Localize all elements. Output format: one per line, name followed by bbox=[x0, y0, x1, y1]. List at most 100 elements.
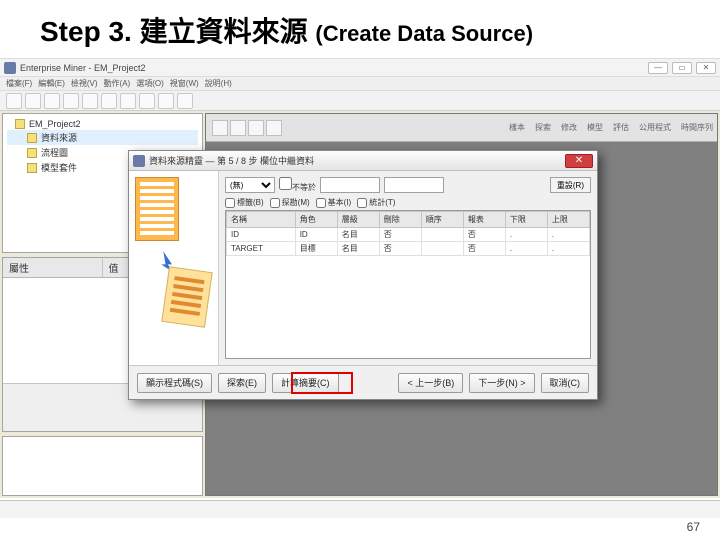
canvas-tab[interactable]: 樣本 bbox=[505, 122, 529, 133]
grid-header[interactable]: 角色 bbox=[295, 212, 337, 228]
wizard-title-text: 資料來源精靈 — 第 5 / 8 步 欄位中繼資料 bbox=[149, 154, 314, 167]
grid-header[interactable]: 上限 bbox=[547, 212, 589, 228]
wizard-checkbox-row: 標籤(B) 探勘(M) 基本(I) 統計(T) bbox=[225, 197, 591, 208]
grid-header[interactable]: 層級 bbox=[337, 212, 379, 228]
grid-cell[interactable] bbox=[421, 242, 463, 256]
tree-root[interactable]: EM_Project2 bbox=[29, 119, 81, 129]
folder-icon bbox=[27, 148, 37, 158]
canvas-toolbar-button[interactable] bbox=[230, 120, 246, 136]
next-button[interactable]: 下一步(N) > bbox=[469, 373, 534, 393]
toolbar-button[interactable] bbox=[120, 93, 136, 109]
grid-cell[interactable]: 否 bbox=[379, 242, 421, 256]
reset-button[interactable]: 重設(R) bbox=[550, 177, 591, 193]
menu-item[interactable]: 選項(O) bbox=[136, 78, 164, 89]
wizard-filter-row: (無) 不等於 重設(R) bbox=[225, 177, 591, 193]
grid-header[interactable]: 報表 bbox=[463, 212, 505, 228]
grid-cell[interactable] bbox=[421, 228, 463, 242]
toolbar-button[interactable] bbox=[101, 93, 117, 109]
toolbar-button[interactable] bbox=[177, 93, 193, 109]
grid-cell[interactable]: 否 bbox=[463, 242, 505, 256]
show-code-button[interactable]: 顯示程式碼(S) bbox=[137, 373, 212, 393]
wizard-close-button[interactable]: ✕ bbox=[565, 154, 593, 168]
folder-icon bbox=[15, 119, 25, 129]
tree-item[interactable]: 模型套件 bbox=[41, 161, 77, 174]
toolbar-button[interactable] bbox=[63, 93, 79, 109]
grid-cell[interactable]: 名目 bbox=[337, 242, 379, 256]
app-title-text: Enterprise Miner - EM_Project2 bbox=[20, 63, 146, 73]
data-source-wizard-dialog: 資料來源精靈 — 第 5 / 8 步 欄位中繼資料 ✕ (無) 不等於 重設(R… bbox=[128, 150, 598, 400]
wizard-titlebar[interactable]: 資料來源精靈 — 第 5 / 8 步 欄位中繼資料 ✕ bbox=[129, 151, 597, 171]
column-metadata-grid[interactable]: 名稱 角色 層級 刪除 順序 報表 下限 上限 ID ID bbox=[225, 210, 591, 359]
canvas-toolbar: 樣本 探索 修改 模型 評估 公用程式 時間序列 bbox=[206, 114, 717, 142]
canvas-toolbar-button[interactable] bbox=[248, 120, 264, 136]
title-prefix: Step 3. bbox=[40, 16, 140, 47]
canvas-tab[interactable]: 模型 bbox=[583, 122, 607, 133]
grid-cell[interactable]: . bbox=[547, 228, 589, 242]
menubar: 檔案(F) 編輯(E) 檢視(V) 動作(A) 選項(O) 視窗(W) 說明(H… bbox=[0, 77, 720, 91]
tree-item[interactable]: 流程圖 bbox=[41, 146, 68, 159]
grid-cell[interactable]: . bbox=[505, 242, 547, 256]
canvas-tab[interactable]: 評估 bbox=[609, 122, 633, 133]
grid-row[interactable]: ID ID 名目 否 否 . . bbox=[227, 228, 590, 242]
app-toolbar bbox=[0, 91, 720, 111]
wizard-footer: 顯示程式碼(S) 探索(E) 計算摘要(C) < 上一步(B) 下一步(N) >… bbox=[129, 365, 597, 399]
canvas-toolbar-button[interactable] bbox=[266, 120, 282, 136]
document-icon bbox=[161, 266, 212, 328]
explore-button[interactable]: 探索(E) bbox=[218, 373, 266, 393]
menu-item[interactable]: 檢視(V) bbox=[71, 78, 98, 89]
window-maximize-button[interactable]: ▭ bbox=[672, 62, 692, 74]
slide-title: Step 3. 建立資料來源 (Create Data Source) bbox=[0, 0, 720, 56]
window-minimize-button[interactable]: — bbox=[648, 62, 668, 74]
tree-item[interactable]: 資料來源 bbox=[41, 131, 77, 144]
filter-input[interactable] bbox=[320, 177, 380, 193]
highlight-box bbox=[291, 372, 353, 394]
folder-icon bbox=[27, 133, 37, 143]
menu-item[interactable]: 動作(A) bbox=[104, 78, 131, 89]
toolbar-button[interactable] bbox=[44, 93, 60, 109]
not-equal-toggle[interactable]: 不等於 bbox=[279, 177, 316, 193]
exploration-checkbox[interactable]: 探勘(M) bbox=[270, 197, 310, 208]
canvas-tab[interactable]: 時間序列 bbox=[677, 122, 717, 133]
filter-select[interactable]: (無) bbox=[225, 177, 275, 193]
grid-header[interactable]: 下限 bbox=[505, 212, 547, 228]
window-close-button[interactable]: ✕ bbox=[696, 62, 716, 74]
grid-row[interactable]: TARGET 目標 名目 否 否 . . bbox=[227, 242, 590, 256]
toolbar-button[interactable] bbox=[158, 93, 174, 109]
grid-cell[interactable]: 名目 bbox=[337, 228, 379, 242]
grid-cell[interactable]: . bbox=[547, 242, 589, 256]
menu-item[interactable]: 編輯(E) bbox=[38, 78, 65, 89]
canvas-tab[interactable]: 公用程式 bbox=[635, 122, 675, 133]
grid-header[interactable]: 名稱 bbox=[227, 212, 296, 228]
stats-checkbox[interactable]: 統計(T) bbox=[357, 197, 395, 208]
toolbar-button[interactable] bbox=[6, 93, 22, 109]
grid-cell[interactable]: ID bbox=[227, 228, 296, 242]
grid-cell[interactable]: 否 bbox=[379, 228, 421, 242]
canvas-toolbar-button[interactable] bbox=[212, 120, 228, 136]
label-checkbox[interactable]: 標籤(B) bbox=[225, 197, 264, 208]
toolbar-button[interactable] bbox=[25, 93, 41, 109]
grid-header[interactable]: 順序 bbox=[421, 212, 463, 228]
filter-input[interactable] bbox=[384, 177, 444, 193]
menu-item[interactable]: 說明(H) bbox=[205, 78, 232, 89]
table-icon bbox=[135, 177, 179, 241]
grid-cell[interactable]: TARGET bbox=[227, 242, 296, 256]
menu-item[interactable]: 視窗(W) bbox=[170, 78, 199, 89]
basic-checkbox[interactable]: 基本(I) bbox=[316, 197, 352, 208]
grid-cell[interactable]: 否 bbox=[463, 228, 505, 242]
grid-cell[interactable]: ID bbox=[295, 228, 337, 242]
status-bar bbox=[0, 500, 720, 518]
cancel-button[interactable]: 取消(C) bbox=[541, 373, 590, 393]
back-button[interactable]: < 上一步(B) bbox=[398, 373, 463, 393]
title-en: (Create Data Source) bbox=[315, 21, 533, 46]
slide-page-number: 67 bbox=[687, 520, 700, 534]
app-titlebar: Enterprise Miner - EM_Project2 — ▭ ✕ bbox=[0, 59, 720, 77]
grid-cell[interactable]: . bbox=[505, 228, 547, 242]
toolbar-button[interactable] bbox=[139, 93, 155, 109]
canvas-tab[interactable]: 修改 bbox=[557, 122, 581, 133]
canvas-tab[interactable]: 探索 bbox=[531, 122, 555, 133]
toolbar-button[interactable] bbox=[82, 93, 98, 109]
menu-item[interactable]: 檔案(F) bbox=[6, 78, 32, 89]
grid-header[interactable]: 刪除 bbox=[379, 212, 421, 228]
title-zh: 建立資料來源 bbox=[140, 16, 308, 47]
grid-cell[interactable]: 目標 bbox=[295, 242, 337, 256]
